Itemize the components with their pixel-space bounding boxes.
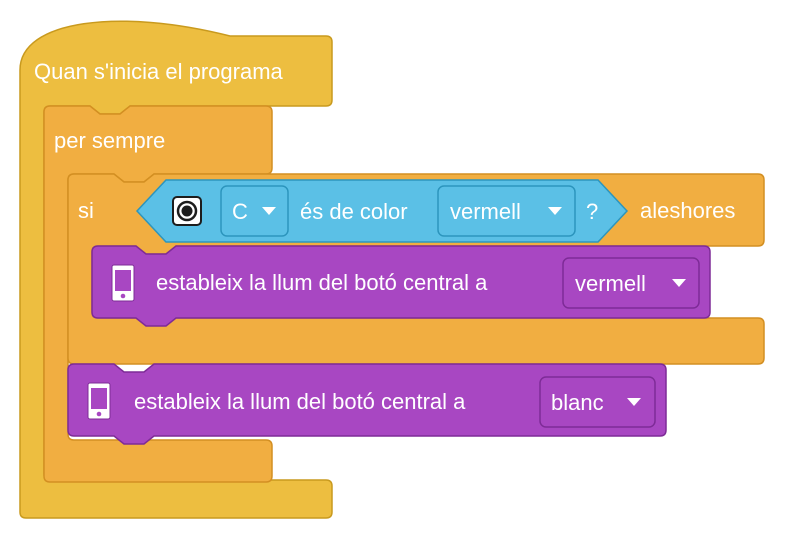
inner-light-color-value: vermell — [575, 271, 646, 296]
set-center-light-label-inner: estableix la llum del botó central a — [156, 270, 488, 295]
port-dropdown-value: C — [232, 199, 248, 224]
set-center-light-block-outer[interactable]: estableix la llum del botó central a bla… — [67, 363, 667, 445]
when-program-starts-label: Quan s'inicia el programa — [34, 59, 284, 84]
set-center-light-block-inner[interactable]: estableix la llum del botó central a ver… — [91, 245, 711, 327]
condition-color-value: vermell — [450, 199, 521, 224]
outer-light-color-value: blanc — [551, 390, 604, 415]
color-sensor-icon — [172, 196, 202, 226]
if-label: si — [78, 198, 94, 223]
hub-icon — [111, 264, 135, 302]
outer-light-color-dropdown[interactable]: blanc — [539, 376, 656, 428]
port-dropdown[interactable]: C — [220, 185, 289, 237]
inner-light-color-dropdown[interactable]: vermell — [562, 257, 700, 309]
condition-color-dropdown[interactable]: vermell — [437, 185, 576, 237]
set-center-light-label-outer: estableix la llum del botó central a — [134, 389, 466, 414]
then-label: aleshores — [640, 198, 735, 223]
question-mark: ? — [586, 199, 598, 224]
forever-label: per sempre — [54, 128, 165, 153]
color-condition-block[interactable]: C és de color vermell ? — [135, 179, 629, 243]
is-color-label: és de color — [300, 199, 408, 224]
hub-icon — [87, 382, 111, 420]
